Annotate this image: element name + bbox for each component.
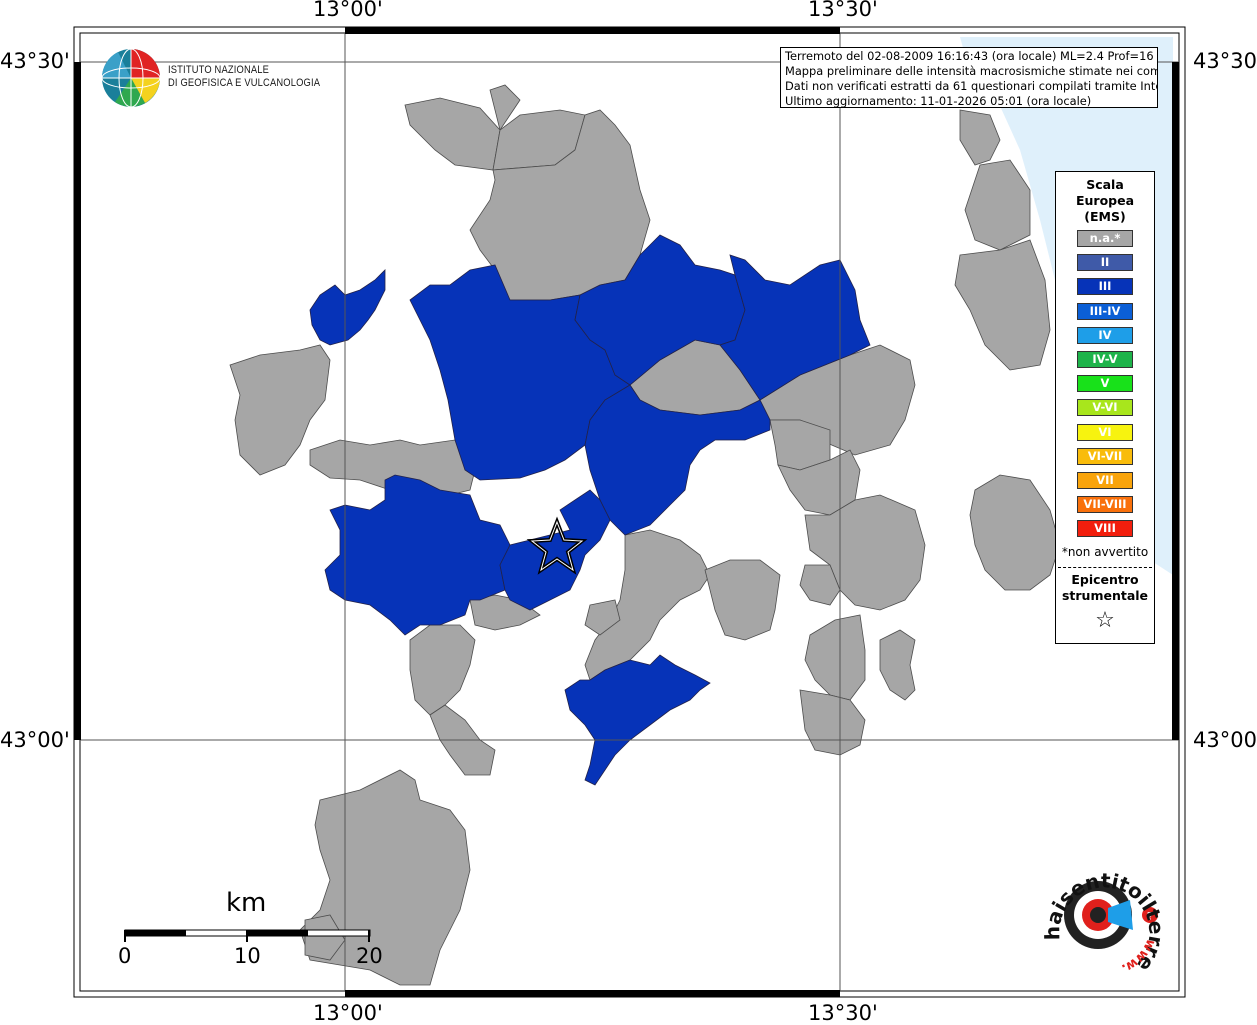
scale-label-10: 10 [234,944,261,968]
legend-swatch-n-a: n.a.* [1077,230,1133,247]
legend-swatch-vi: VI [1077,423,1133,441]
legend-swatch-vii-viii: VII-VIII [1077,496,1133,514]
legend-title-line2: Europea [1075,193,1135,208]
ingv-logo-text: ISTITUTO NAZIONALE DI GEOFISICA E VULCAN… [168,64,320,90]
legend-epicenter-line1: Epicentro [1071,572,1139,587]
ems-legend: Scala Europea (EMS) n.a.* II III III-IV IV IV… [1055,171,1155,644]
legend-swatch-ii: II [1077,254,1133,272]
legend-epicenter-line2: strumentale [1061,588,1149,603]
earthquake-info-box: Terremoto del 02-08-2009 16:16:43 (ora l… [780,47,1158,108]
legend-swatch-iv: IV [1077,326,1133,344]
ingv-logo-globe [101,48,161,108]
legend-title-line1: Scala [1086,177,1124,192]
scale-unit: km [226,888,267,918]
legend-swatch-iii: III [1077,278,1133,296]
legend-title: Scala Europea (EMS) [1056,177,1154,225]
info-line2: Mappa preliminare delle intensità macros… [785,64,1158,78]
legend-swatch-viii: VIII [1077,520,1133,538]
legend-swatch-iii-iv: III-IV [1077,302,1133,320]
legend-divider [1058,567,1152,568]
info-line3: Dati non verificati estratti da 61 quest… [785,79,1158,93]
municipalities-intensity-iii [309,234,871,786]
star-icon: ☆ [1095,608,1115,633]
legend-swatch-iv-v: IV-V [1077,351,1133,368]
legend-swatch-vi-vii: VI-VII [1077,447,1133,465]
legend-epicenter-label: Epicentro strumentale [1056,572,1154,604]
legend-title-line3: (EMS) [1084,209,1126,224]
info-line4: Ultimo aggiornamento: 11-01-2026 05:01 (… [785,94,1092,108]
info-line1: Terremoto del 02-08-2009 16:16:43 (ora l… [785,49,1158,63]
ingv-line2: DI GEOFISICA E VULCANOLOGIA [168,77,321,89]
legend-swatch-vii: VII [1077,472,1133,489]
scale-label-20: 20 [356,944,383,968]
legend-swatch-v-vi: V-VI [1077,399,1133,417]
scale-label-0: 0 [118,944,132,968]
legend-note: *non avvertito [1061,545,1149,559]
legend-swatch-v: V [1077,375,1133,393]
ingv-line1: ISTITUTO NAZIONALE [168,64,270,76]
